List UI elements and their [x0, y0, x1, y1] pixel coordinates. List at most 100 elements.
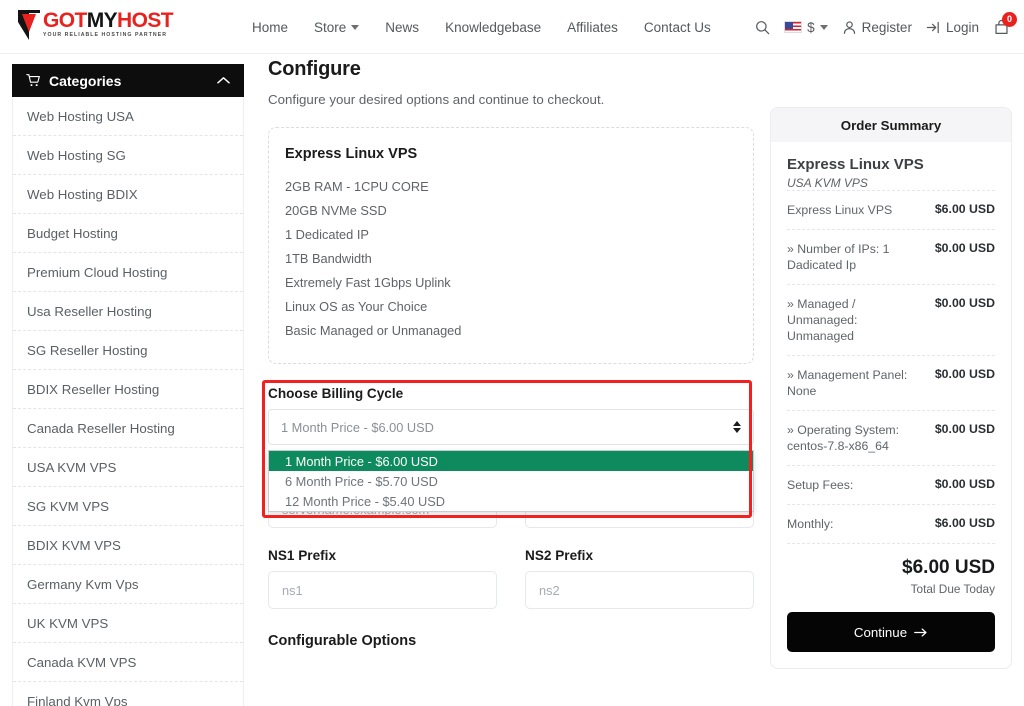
sidebar-item-germany-kvm-vps[interactable]: Germany Kvm Vps — [13, 565, 243, 604]
login-arrow-icon — [926, 20, 941, 35]
summary-row-label: Express Linux VPS — [787, 202, 892, 218]
nav-label: Knowledgebase — [445, 20, 541, 35]
billing-cycle-block: Choose Billing Cycle 1 Month Price - $6.… — [268, 386, 754, 445]
billing-cycle-option-12-month[interactable]: 12 Month Price - $5.40 USD — [269, 491, 753, 511]
sidebar-item-bdix-reseller-hosting[interactable]: BDIX Reseller Hosting — [13, 370, 243, 409]
nav-label: Store — [314, 20, 346, 35]
nav-item-store[interactable]: Store — [314, 20, 359, 35]
select-updown-icon — [733, 421, 741, 433]
register-label: Register — [862, 20, 912, 35]
summary-row: Setup Fees: $0.00 USD — [787, 465, 995, 504]
site-logo[interactable]: GOTMYHOST YOUR RELIABLE HOSTING PARTNER — [18, 10, 173, 40]
summary-product-name: Express Linux VPS — [787, 156, 995, 173]
sidebar-item-sg-reseller-hosting[interactable]: SG Reseller Hosting — [13, 331, 243, 370]
summary-row: » Managed / Unmanaged: Unmanaged $0.00 U… — [787, 284, 995, 355]
order-summary-panel: Order Summary Express Linux VPS USA KVM … — [770, 107, 1012, 669]
sidebar-item-usa-kvm-vps[interactable]: USA KVM VPS — [13, 448, 243, 487]
product-name: Express Linux VPS — [285, 146, 737, 162]
sidebar-item-label: UK KVM VPS — [27, 616, 108, 631]
register-button[interactable]: Register — [842, 20, 912, 35]
sidebar-item-web-hosting-sg[interactable]: Web Hosting SG — [13, 136, 243, 175]
product-summary-card: Express Linux VPS 2GB RAM - 1CPU CORE 20… — [268, 127, 754, 364]
summary-row-value: $0.00 USD — [935, 241, 995, 255]
billing-cycle-dropdown: 1 Month Price - $6.00 USD 6 Month Price … — [268, 450, 754, 512]
product-feature: 20GB NVMe SSD — [285, 199, 737, 223]
summary-total-amount: $6.00 USD — [787, 557, 995, 579]
login-button[interactable]: Login — [926, 20, 979, 35]
sidebar-item-canada-kvm-vps[interactable]: Canada KVM VPS — [13, 643, 243, 682]
search-button[interactable] — [755, 20, 770, 35]
summary-row-label: » Management Panel: None — [787, 367, 927, 399]
search-icon — [755, 20, 770, 35]
nav-item-knowledgebase[interactable]: Knowledgebase — [445, 20, 541, 35]
sidebar-item-web-hosting-bdix[interactable]: Web Hosting BDIX — [13, 175, 243, 214]
summary-total-caption: Total Due Today — [787, 582, 995, 596]
sidebar-item-web-hosting-usa[interactable]: Web Hosting USA — [13, 97, 243, 136]
us-flag-icon — [784, 21, 802, 33]
sidebar-item-premium-cloud-hosting[interactable]: Premium Cloud Hosting — [13, 253, 243, 292]
header-actions: $ Register Login — [755, 0, 1010, 54]
ns1-prefix-group: NS1 Prefix — [268, 548, 497, 609]
sidebar-item-label: Germany Kvm Vps — [27, 577, 139, 592]
ns2-prefix-label: NS2 Prefix — [525, 548, 754, 563]
sidebar-item-budget-hosting[interactable]: Budget Hosting — [13, 214, 243, 253]
nav-item-contact-us[interactable]: Contact Us — [644, 20, 711, 35]
summary-row-label: » Managed / Unmanaged: Unmanaged — [787, 296, 927, 344]
sidebar-item-bdix-kvm-vps[interactable]: BDIX KVM VPS — [13, 526, 243, 565]
nav-item-news[interactable]: News — [385, 20, 419, 35]
ns2-prefix-input[interactable] — [525, 571, 754, 609]
nav-label: Home — [252, 20, 288, 35]
order-summary-body: Express Linux VPS USA KVM VPS Express Li… — [771, 142, 1011, 668]
categories-header[interactable]: Categories — [12, 64, 244, 97]
logo-tagline: YOUR RELIABLE HOSTING PARTNER — [43, 33, 173, 38]
summary-row-value: $6.00 USD — [935, 202, 995, 216]
chevron-down-icon — [820, 25, 828, 30]
page-subtitle: Configure your desired options and conti… — [268, 92, 754, 107]
nav-label: News — [385, 20, 419, 35]
billing-cycle-option-1-month[interactable]: 1 Month Price - $6.00 USD — [269, 451, 753, 471]
nav-item-affiliates[interactable]: Affiliates — [567, 20, 618, 35]
continue-button[interactable]: Continue — [787, 612, 995, 652]
nav-item-home[interactable]: Home — [252, 20, 288, 35]
sidebar-item-label: Web Hosting SG — [27, 148, 126, 163]
user-icon — [842, 20, 857, 35]
ns1-prefix-input[interactable] — [268, 571, 497, 609]
product-feature: Linux OS as Your Choice — [285, 295, 737, 319]
billing-cycle-label: Choose Billing Cycle — [268, 386, 754, 401]
logo-wordmark: GOTMYHOST — [43, 10, 173, 31]
currency-selector[interactable]: $ — [784, 20, 828, 35]
sidebar-item-label: BDIX Reseller Hosting — [27, 382, 159, 397]
configure-main: Configure Configure your desired options… — [268, 58, 754, 649]
order-summary-heading: Order Summary — [771, 108, 1011, 142]
summary-row: Express Linux VPS $6.00 USD — [787, 190, 995, 229]
logo-part3: HOST — [117, 9, 173, 32]
cart-button[interactable]: 0 — [993, 19, 1010, 36]
nav-label: Contact Us — [644, 20, 711, 35]
option-label: 1 Month Price - $6.00 USD — [285, 454, 438, 469]
sidebar-item-label: Usa Reseller Hosting — [27, 304, 152, 319]
sidebar-item-label: Web Hosting BDIX — [27, 187, 138, 202]
product-feature: 1 Dedicated IP — [285, 223, 737, 247]
chevron-down-icon — [351, 25, 359, 30]
continue-label: Continue — [854, 625, 907, 640]
categories-sidebar: Categories Web Hosting USA Web Hosting S… — [12, 64, 244, 706]
sidebar-item-uk-kvm-vps[interactable]: UK KVM VPS — [13, 604, 243, 643]
product-feature: 2GB RAM - 1CPU CORE — [285, 175, 737, 199]
sidebar-item-canada-reseller-hosting[interactable]: Canada Reseller Hosting — [13, 409, 243, 448]
page-scrollbar[interactable] — [1017, 0, 1024, 706]
option-label: 12 Month Price - $5.40 USD — [285, 494, 445, 509]
sidebar-item-label: Canada KVM VPS — [27, 655, 136, 670]
summary-product-category: USA KVM VPS — [787, 176, 995, 190]
sidebar-item-usa-reseller-hosting[interactable]: Usa Reseller Hosting — [13, 292, 243, 331]
option-label: 6 Month Price - $5.70 USD — [285, 474, 438, 489]
sidebar-item-sg-kvm-vps[interactable]: SG KVM VPS — [13, 487, 243, 526]
summary-row-label: Monthly: — [787, 516, 833, 532]
sidebar-item-finland-kvm-vps[interactable]: Finland Kvm Vps — [13, 682, 243, 706]
summary-row-value: $6.00 USD — [935, 516, 995, 530]
currency-label: $ — [807, 20, 815, 35]
chevron-up-icon — [217, 76, 230, 85]
billing-cycle-option-6-month[interactable]: 6 Month Price - $5.70 USD — [269, 471, 753, 491]
billing-cycle-select[interactable]: 1 Month Price - $6.00 USD — [268, 409, 754, 445]
sidebar-item-label: BDIX KVM VPS — [27, 538, 121, 553]
site-header: GOTMYHOST YOUR RELIABLE HOSTING PARTNER … — [0, 0, 1024, 54]
